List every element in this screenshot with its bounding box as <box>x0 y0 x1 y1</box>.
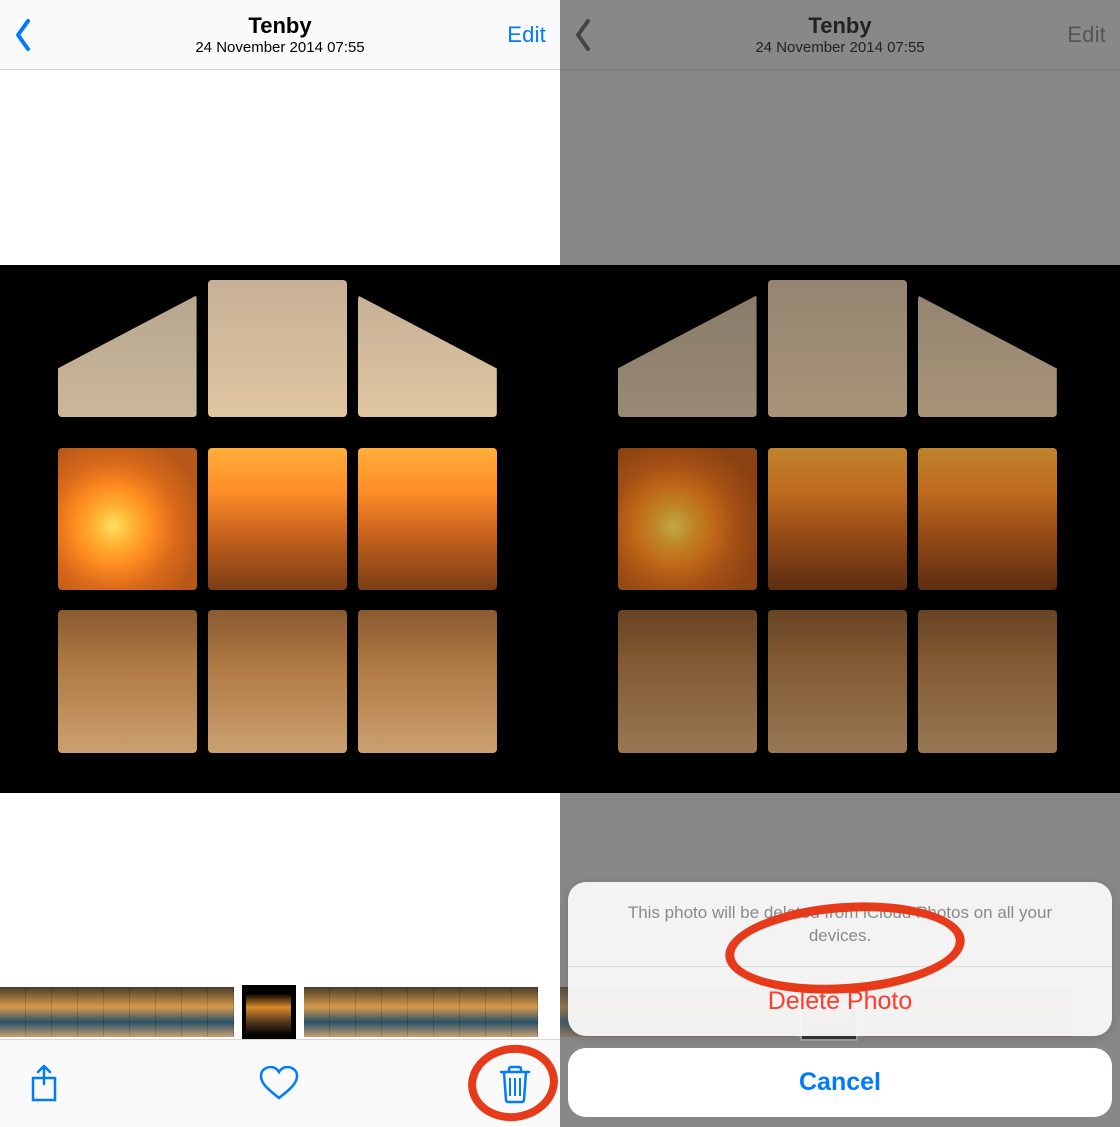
navbar: Tenby 24 November 2014 07:55 Edit <box>560 0 1120 70</box>
thumbnail[interactable] <box>408 987 434 1037</box>
thumbnail[interactable] <box>330 987 356 1037</box>
cancel-button[interactable]: Cancel <box>568 1048 1112 1117</box>
delete-photo-button[interactable]: Delete Photo <box>568 967 1112 1036</box>
thumbnail[interactable] <box>486 987 512 1037</box>
nav-subtitle: 24 November 2014 07:55 <box>0 39 560 56</box>
nav-title: Tenby <box>0 13 560 39</box>
action-sheet: This photo will be deleted from iCloud P… <box>568 882 1112 1117</box>
toolbar <box>0 1039 560 1127</box>
photo <box>560 265 1120 793</box>
back-button <box>574 18 594 52</box>
nav-title: Tenby <box>560 13 1120 39</box>
favorite-button[interactable] <box>259 1066 299 1102</box>
heart-icon <box>259 1066 299 1102</box>
chevron-left-icon <box>574 18 594 52</box>
chevron-left-icon <box>14 18 34 52</box>
thumbnail[interactable] <box>156 987 182 1037</box>
thumbnail[interactable] <box>460 987 486 1037</box>
thumbnail[interactable] <box>304 987 330 1037</box>
thumbnail[interactable] <box>78 987 104 1037</box>
thumbnail[interactable] <box>512 987 538 1037</box>
phone-right: Tenby 24 November 2014 07:55 Edit <box>560 0 1120 1127</box>
thumbnail[interactable] <box>182 987 208 1037</box>
thumbnail[interactable] <box>434 987 460 1037</box>
photo-area[interactable] <box>0 70 560 1127</box>
photo[interactable] <box>0 265 560 793</box>
share-icon <box>28 1064 60 1104</box>
edit-button: Edit <box>1067 22 1106 48</box>
thumbnail[interactable] <box>26 987 52 1037</box>
nav-subtitle: 24 November 2014 07:55 <box>560 39 1120 56</box>
thumbnail-current[interactable] <box>242 985 296 1039</box>
trash-icon <box>498 1064 532 1104</box>
thumbnail[interactable] <box>52 987 78 1037</box>
thumbnail[interactable] <box>208 987 234 1037</box>
thumbnail[interactable] <box>130 987 156 1037</box>
share-button[interactable] <box>28 1064 60 1104</box>
thumbnail[interactable] <box>382 987 408 1037</box>
navbar: Tenby 24 November 2014 07:55 Edit <box>0 0 560 70</box>
thumbnail[interactable] <box>104 987 130 1037</box>
delete-button[interactable] <box>498 1064 532 1104</box>
back-button[interactable] <box>14 18 34 52</box>
thumbnail-strip[interactable] <box>0 987 560 1037</box>
thumbnail[interactable] <box>0 987 26 1037</box>
phone-left: Tenby 24 November 2014 07:55 Edit <box>0 0 560 1127</box>
thumbnail[interactable] <box>356 987 382 1037</box>
action-sheet-message: This photo will be deleted from iCloud P… <box>568 882 1112 967</box>
edit-button[interactable]: Edit <box>507 22 546 48</box>
